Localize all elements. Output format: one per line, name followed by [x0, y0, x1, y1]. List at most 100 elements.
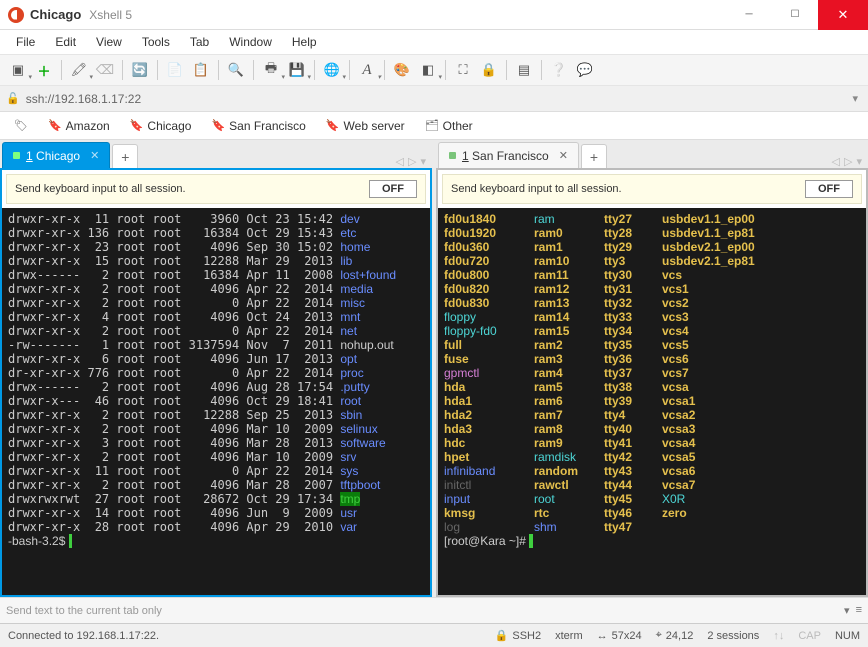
terminal-sanfrancisco[interactable]: fd0u1840ramtty27usbdev1.1_ep00fd0u1920ra…	[438, 208, 866, 595]
status-termtype: xterm	[555, 630, 583, 642]
separator	[122, 60, 123, 80]
tab-close-icon[interactable]: ✕	[559, 149, 568, 162]
status-connection: Connected to 192.168.1.17:22.	[8, 630, 159, 642]
maximize-button[interactable]: ☐	[772, 0, 818, 30]
status-updown-icon: ↑↓	[773, 630, 784, 642]
theme-dropdown-icon[interactable]: ◧▾	[416, 58, 440, 82]
bookmark-amazon[interactable]: 🔖 Amazon	[40, 117, 118, 135]
tab-chicago[interactable]: 1 Chicago ✕	[2, 142, 110, 168]
separator	[384, 60, 385, 80]
status-capslock: CAP	[798, 630, 821, 642]
bookmark-folder-icon: 🗂	[425, 119, 439, 132]
tab-add-button[interactable]: +	[581, 144, 607, 168]
tab-next-icon[interactable]: ▷	[408, 155, 416, 168]
resize-icon: ↔	[597, 630, 608, 642]
compose-bar-icon[interactable]: ▤	[512, 58, 536, 82]
bookmark-add[interactable]: 🏷	[6, 117, 36, 134]
close-button[interactable]: ✕	[818, 0, 868, 30]
tab-menu-icon[interactable]: ▾	[420, 155, 426, 168]
compose-bar[interactable]: Send text to the current tab only ▾ ≡	[0, 597, 868, 623]
menu-window[interactable]: Window	[221, 33, 280, 51]
bookmark-icon: 🔖	[326, 119, 340, 132]
lock-icon: 🔒	[495, 629, 509, 642]
bookmark-label: Web server	[344, 119, 405, 133]
connection-indicator-icon	[13, 152, 20, 159]
menu-edit[interactable]: Edit	[47, 33, 84, 51]
tab-add-button[interactable]: +	[112, 144, 138, 168]
status-bar: Connected to 192.168.1.17:22. 🔒SSH2 xter…	[0, 623, 868, 647]
tab-prev-icon[interactable]: ◁	[396, 155, 404, 168]
bookmark-label: Amazon	[66, 119, 110, 133]
app-logo-icon	[8, 7, 24, 23]
help-icon[interactable]: ❔	[547, 58, 571, 82]
highlight-icon[interactable]: 🖍▾	[67, 58, 91, 82]
feedback-icon[interactable]: 💬	[573, 58, 597, 82]
terminal-chicago[interactable]: drwxr-xr-x 11 root root 3960 Oct 23 15:4…	[2, 208, 430, 595]
reconnect-icon[interactable]: 🔄	[128, 58, 152, 82]
compose-target-icon[interactable]: ▾	[844, 604, 850, 617]
status-cursor: ⌖24,12	[656, 629, 694, 642]
menu-tools[interactable]: Tools	[134, 33, 178, 51]
broadcast-notice: Send keyboard input to all session. OFF	[6, 174, 426, 204]
bookmark-icon: 🔖	[48, 119, 62, 132]
tabstrip-left: 1 Chicago ✕ + ◁ ▷ ▾	[0, 140, 432, 168]
tab-label: San Francisco	[472, 149, 549, 163]
tab-sanfrancisco[interactable]: 1 San Francisco ✕	[438, 142, 579, 168]
font-icon[interactable]: A▾	[355, 58, 379, 82]
separator	[157, 60, 158, 80]
menu-help[interactable]: Help	[284, 33, 325, 51]
tab-menu-icon[interactable]: ▾	[856, 155, 862, 168]
new-session-icon[interactable]: ▣▾	[6, 58, 30, 82]
pane-chicago: 1 Chicago ✕ + ◁ ▷ ▾ Send keyboard input to…	[0, 140, 432, 597]
tab-prev-icon[interactable]: ◁	[832, 155, 840, 168]
lock-icon[interactable]: 🔒	[477, 58, 501, 82]
broadcast-notice: Send keyboard input to all session. OFF	[442, 174, 862, 204]
separator	[218, 60, 219, 80]
menu-bar: File Edit View Tools Tab Window Help	[0, 30, 868, 54]
compose-placeholder: Send text to the current tab only	[6, 605, 162, 617]
bookmark-add-icon: 🏷	[14, 119, 28, 132]
address-bar: 🔓 ▾	[0, 86, 868, 112]
menu-tab[interactable]: Tab	[182, 33, 217, 51]
print-icon[interactable]: 🖶▾	[259, 58, 283, 82]
search-icon[interactable]: 🔍	[224, 58, 248, 82]
menu-view[interactable]: View	[88, 33, 130, 51]
separator	[506, 60, 507, 80]
bookmark-label: San Francisco	[229, 119, 306, 133]
separator	[61, 60, 62, 80]
tab-close-icon[interactable]: ✕	[90, 149, 99, 162]
title-bar: Chicago Xshell 5 ─ ☐ ✕	[0, 0, 868, 30]
paste-icon[interactable]: 📋	[189, 58, 213, 82]
add-session-icon[interactable]: ＋	[32, 58, 56, 82]
status-protocol: 🔒SSH2	[495, 629, 541, 642]
connection-indicator-icon	[449, 152, 456, 159]
tab-next-icon[interactable]: ▷	[844, 155, 852, 168]
bookmark-chicago[interactable]: 🔖Chicago	[122, 117, 200, 135]
bookmark-webserver[interactable]: 🔖 Web server	[318, 117, 413, 135]
address-input[interactable]	[26, 92, 843, 106]
fullscreen-icon[interactable]: ⛶	[451, 58, 475, 82]
address-dropdown-icon[interactable]: ▾	[848, 92, 862, 105]
bookmark-other[interactable]: 🗂Other	[417, 117, 481, 135]
minimize-button[interactable]: ─	[726, 0, 772, 30]
globe-icon[interactable]: 🌐▾	[320, 58, 344, 82]
separator	[541, 60, 542, 80]
separator	[445, 60, 446, 80]
notice-text: Send keyboard input to all session.	[451, 183, 622, 195]
bookmark-sanfrancisco[interactable]: 🔖 San Francisco	[203, 117, 313, 135]
notice-text: Send keyboard input to all session.	[15, 183, 186, 195]
color-scheme-icon[interactable]: 🎨	[390, 58, 414, 82]
broadcast-toggle-button[interactable]: OFF	[369, 180, 417, 198]
status-sessions: 2 sessions	[707, 630, 759, 642]
bookmark-bar: 🏷 🔖 Amazon 🔖Chicago 🔖 San Francisco 🔖 Web s…	[0, 112, 868, 140]
save-icon[interactable]: 💾▾	[285, 58, 309, 82]
compose-menu-icon[interactable]: ≡	[856, 604, 862, 617]
bookmark-label: Chicago	[147, 119, 191, 133]
menu-file[interactable]: File	[8, 33, 43, 51]
copy-icon[interactable]: 📄	[163, 58, 187, 82]
eraser-icon[interactable]: ⌫	[93, 58, 117, 82]
window-title: Chicago	[30, 7, 81, 22]
bookmark-icon: 🔖	[211, 119, 225, 132]
broadcast-toggle-button[interactable]: OFF	[805, 180, 853, 198]
split-container: 1 Chicago ✕ + ◁ ▷ ▾ Send keyboard input to…	[0, 140, 868, 597]
